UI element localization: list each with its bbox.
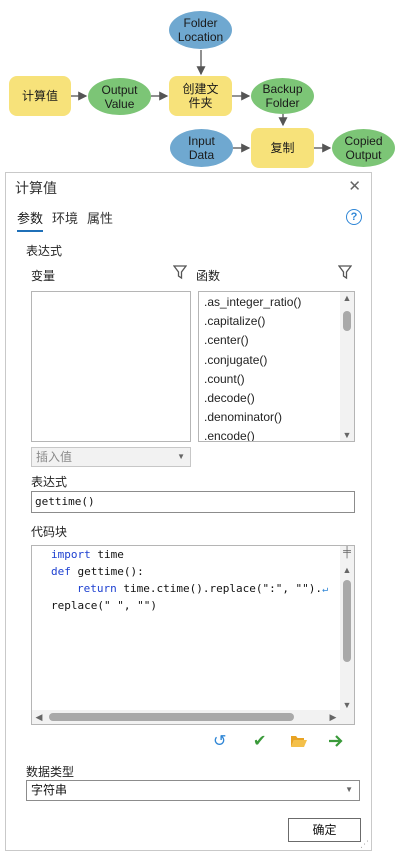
scroll-up-icon[interactable]: ▲: [340, 565, 354, 575]
code-block-label: 代码块: [31, 525, 68, 539]
input-data-node[interactable]: Input Data: [170, 129, 233, 167]
output-value-label: Output Value: [101, 82, 138, 111]
backup-folder-node[interactable]: Backup Folder: [251, 78, 314, 114]
scroll-right-icon[interactable]: ▶: [326, 712, 340, 723]
pane-title: 计算值: [15, 180, 57, 196]
code-text: time.ctime().replace(":", "").: [116, 582, 323, 595]
reset-icon[interactable]: ↺: [213, 731, 226, 751]
scroll-left-icon[interactable]: ◀: [32, 712, 46, 723]
resize-grip-icon[interactable]: ⋰: [360, 839, 369, 850]
code-keyword: return: [77, 582, 117, 595]
functions-scrollbar[interactable]: ▲ ▼: [340, 292, 354, 441]
expression-input[interactable]: gettime(): [31, 491, 355, 513]
calc-value-tool[interactable]: 计算值: [9, 76, 71, 116]
code-keyword: def: [51, 565, 71, 578]
variables-label: 变量: [31, 269, 56, 283]
copied-output-node[interactable]: Copied Output: [332, 129, 395, 167]
code-text: time: [90, 548, 124, 561]
create-folder-tool-label: 创建文 件夹: [182, 82, 219, 110]
chevron-down-icon: ▼: [345, 785, 353, 794]
function-item[interactable]: .as_integer_ratio(): [199, 293, 340, 312]
function-item[interactable]: .denominator(): [199, 408, 340, 427]
function-item[interactable]: .encode(): [199, 427, 340, 441]
verify-check-icon[interactable]: ✔: [253, 731, 266, 751]
open-folder-icon[interactable]: [290, 734, 308, 748]
model-diagram: 计算值 Output Value Folder Location 创建文 件夹 …: [0, 0, 397, 172]
code-block-editor[interactable]: import time def gettime(): return time.c…: [31, 545, 355, 725]
code-line: import time: [51, 548, 124, 561]
functions-filter-icon[interactable]: [338, 265, 352, 280]
scroll-down-icon[interactable]: ▼: [340, 430, 354, 440]
chevron-down-icon: ▼: [177, 452, 185, 461]
split-view-icon[interactable]: ╪: [340, 546, 354, 558]
wrap-icon: ↵: [322, 584, 329, 595]
functions-list[interactable]: .as_integer_ratio() .capitalize() .cente…: [198, 291, 355, 442]
tool-dialog-pane: 计算值 ✕ 参数 环境 属性 ? 表达式 变量 函数 .as_integer_r…: [5, 172, 372, 851]
code-vertical-scrollbar[interactable]: ╪ ▲ ▼: [340, 546, 354, 712]
function-item[interactable]: .center(): [199, 331, 340, 350]
code-text: replace(" ", ""): [51, 599, 157, 612]
insert-value-label: 插入值: [36, 450, 73, 464]
scroll-thumb[interactable]: [49, 713, 294, 721]
variables-filter-icon[interactable]: [173, 265, 187, 280]
function-item[interactable]: .capitalize(): [199, 312, 340, 331]
code-text: gettime():: [70, 565, 144, 578]
code-line: replace(" ", ""): [51, 599, 157, 612]
close-icon[interactable]: ✕: [348, 177, 361, 195]
folder-location-label: Folder Location: [177, 16, 224, 44]
ok-button[interactable]: 确定: [288, 818, 361, 842]
copy-tool-label: 复制: [270, 141, 295, 155]
data-type-label: 数据类型: [26, 765, 75, 779]
backup-folder-label: Backup Folder: [262, 82, 303, 110]
code-line: def gettime():: [51, 565, 144, 578]
function-item[interactable]: .conjugate(): [199, 351, 340, 370]
code-line: return time.ctime().replace(":", "").↵: [77, 582, 328, 595]
pane-tabs: 参数 环境 属性: [17, 208, 113, 232]
scroll-thumb[interactable]: [343, 580, 351, 662]
help-icon[interactable]: ?: [346, 209, 362, 225]
input-data-label: Input Data: [188, 134, 215, 162]
copied-output-label: Copied Output: [344, 134, 383, 162]
copy-tool[interactable]: 复制: [251, 128, 314, 168]
tab-parameters[interactable]: 参数: [17, 208, 44, 232]
functions-label: 函数: [196, 269, 221, 283]
insert-value-dropdown[interactable]: 插入值 ▼: [31, 447, 191, 467]
tab-environments[interactable]: 环境: [52, 208, 78, 232]
data-type-value: 字符串: [31, 783, 68, 797]
arrow-right-icon[interactable]: [328, 733, 344, 749]
code-horizontal-scrollbar[interactable]: ◀ ▶: [32, 710, 354, 724]
variables-list[interactable]: [31, 291, 191, 442]
function-item[interactable]: .count(): [199, 370, 340, 389]
code-keyword: import: [51, 548, 91, 561]
tab-properties[interactable]: 属性: [87, 208, 113, 232]
folder-location-node[interactable]: Folder Location: [169, 11, 232, 49]
expression-section-label: 表达式: [26, 244, 63, 258]
data-type-dropdown[interactable]: 字符串 ▼: [26, 780, 360, 801]
scroll-thumb[interactable]: [343, 311, 351, 331]
output-value-node[interactable]: Output Value: [88, 78, 151, 115]
scroll-up-icon[interactable]: ▲: [340, 293, 354, 303]
function-item[interactable]: .decode(): [199, 389, 340, 408]
expression-label: 表达式: [31, 475, 68, 489]
create-folder-tool[interactable]: 创建文 件夹: [169, 76, 232, 116]
scroll-down-icon[interactable]: ▼: [340, 700, 354, 710]
calc-value-tool-label: 计算值: [21, 89, 58, 103]
